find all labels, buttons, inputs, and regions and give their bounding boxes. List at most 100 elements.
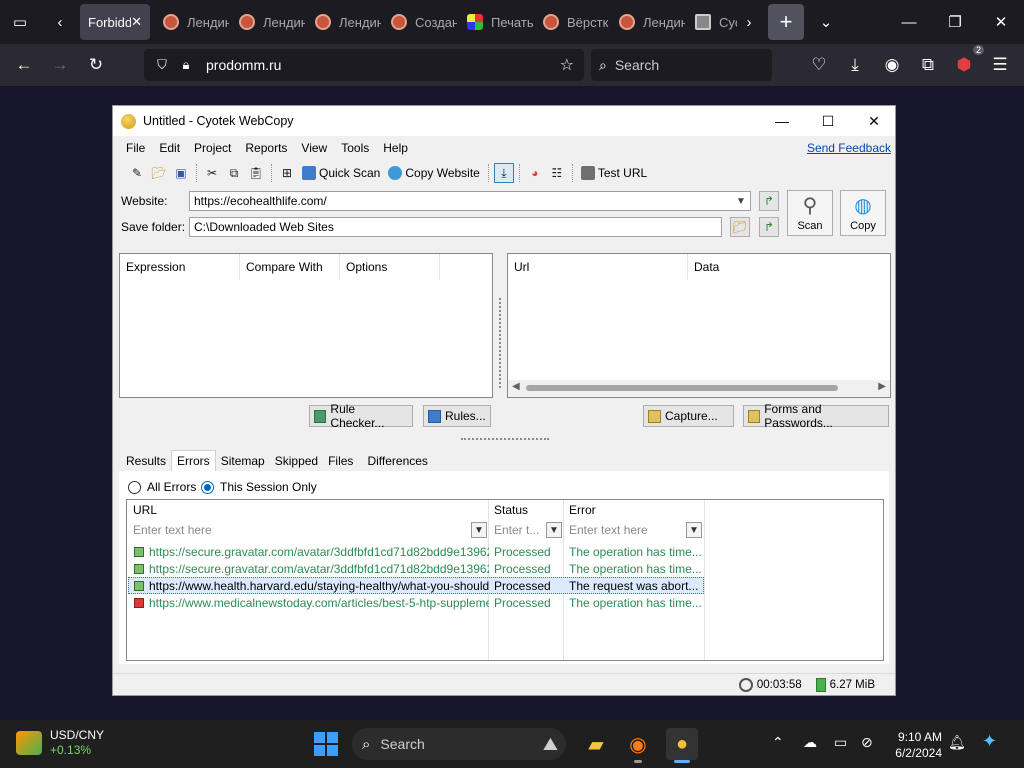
widgets-button[interactable]: USD/CNY +0.13% [16,728,104,758]
new-project-icon[interactable]: ✎ [127,163,147,183]
tabs-scroll-left-icon[interactable]: ‹ [44,6,76,38]
copilot-icon[interactable]: ✦ [982,731,997,752]
show-hidden-icons-icon[interactable]: ⌃ [772,734,784,751]
copy-icon[interactable]: ⧉ [224,163,244,183]
status-filter-input[interactable]: Enter t... ▼ [488,520,564,540]
tab-overview-icon[interactable]: ▭ [4,6,36,38]
copy-website-button[interactable]: Copy Website [385,162,482,184]
browser-tab[interactable]: Лендинг [155,4,229,40]
table-row[interactable]: https://secure.gravatar.com/avatar/3ddfb… [128,560,704,577]
save-folder-input[interactable]: C:\Downloaded Web Sites [189,217,722,237]
system-clock[interactable]: 9:10 AM 6/2/2024 [892,729,942,761]
quick-scan-button[interactable]: Quick Scan [299,162,383,184]
menu-edit[interactable]: Edit [152,141,187,155]
address-bar[interactable]: ⛉ 🔒︎ prodomm.ru ☆ [144,49,584,81]
tab-errors[interactable]: Errors [171,450,216,472]
extensions-icon[interactable]: ⧉ [912,49,944,81]
tabs-scroll-right-icon[interactable]: › [733,6,765,38]
webcopy-titlebar[interactable]: Untitled - Cyotek WebCopy — ☐ ✕ [113,106,895,136]
account-icon[interactable]: ◉ [876,49,908,81]
tab-differences[interactable]: Differences [362,454,432,472]
search-bar[interactable]: ⌕ Search [591,49,772,81]
rules-panel[interactable]: Expression Compare With Options [119,253,493,398]
column-header-status[interactable]: Status [488,500,528,520]
column-header-expression[interactable]: Expression [120,254,240,280]
minimize-window-icon[interactable]: — [886,0,932,44]
browser-tab[interactable]: Создание [383,4,457,40]
filter-icon[interactable]: ▼ [686,522,702,538]
tab-results[interactable]: Results [121,454,171,472]
rule-checker-button[interactable]: Rule Checker... [309,402,413,430]
send-feedback-link[interactable]: Send Feedback [807,141,891,155]
cut-icon[interactable]: ✂ [202,163,222,183]
copy-button[interactable]: ◍ Copy [840,190,886,236]
pie-chart-icon[interactable]: ◕ [525,163,545,183]
column-header-data[interactable]: Data [688,254,888,280]
webcopy-maximize-icon[interactable]: ☐ [805,106,851,136]
close-window-icon[interactable]: ✕ [978,0,1024,44]
column-header-options[interactable]: Options [340,254,440,280]
rules-button[interactable]: Rules... [423,405,491,427]
download-view-icon[interactable]: ⤓ [493,163,514,183]
capture-button[interactable]: Capture... [643,405,734,427]
filter-icon[interactable]: ▼ [471,522,487,538]
open-folder-icon[interactable]: 📂︎ [149,163,169,183]
data-panel[interactable]: Url Data ◀ ▶ [507,253,891,398]
browser-tab[interactable]: Вёрстка [535,4,609,40]
network-icon[interactable]: ⊘ [861,734,873,751]
table-row-selected[interactable]: https://www.health.harvard.edu/staying-h… [128,577,704,594]
forms-passwords-button[interactable]: Forms and Passwords... [743,402,889,430]
tab-skipped[interactable]: Skipped [270,454,323,472]
reload-icon[interactable]: ↻ [80,49,112,81]
back-icon[interactable]: ← [8,49,40,81]
bookmark-star-icon[interactable]: ☆ [560,55,574,75]
new-tab-button[interactable]: + [768,4,804,40]
column-header-url[interactable]: Url [508,254,688,280]
taskbar-search[interactable]: ⌕ Search ⛰ [352,728,566,760]
paste-icon[interactable]: 📋︎ [246,163,266,183]
this-session-radio[interactable]: This Session Only [201,480,317,494]
all-errors-radio[interactable]: All Errors [128,480,196,494]
notifications-bell-icon[interactable]: 🔔︎ [948,734,966,751]
error-filter-input[interactable]: Enter text here ▼ [563,520,704,540]
downloads-icon[interactable]: ⤓ [839,49,871,81]
scroll-left-icon[interactable]: ◀ [512,381,520,392]
browser-tab[interactable]: Лендинг [307,4,381,40]
firefox-icon[interactable]: ◉ [622,728,654,763]
menu-view[interactable]: View [294,141,334,155]
webcopy-taskbar-icon[interactable]: ● [666,728,698,763]
list-icon[interactable]: ☷ [547,163,567,183]
column-header-url[interactable]: URL [127,500,157,520]
column-header-error[interactable]: Error [563,500,596,520]
restore-window-icon[interactable]: ❐ [932,0,978,44]
pocket-icon[interactable]: ♡ [803,49,835,81]
menu-help[interactable]: Help [376,141,415,155]
test-url-button[interactable]: Test URL [578,162,650,184]
webcopy-minimize-icon[interactable]: — [759,106,805,136]
panel-splitter-vertical[interactable] [499,298,501,388]
column-header-compare-with[interactable]: Compare With [240,254,340,280]
file-explorer-icon[interactable]: ▰ [580,728,612,760]
scrollbar-thumb[interactable] [526,385,838,391]
menu-icon[interactable]: ☰ [984,49,1016,81]
horizontal-scrollbar[interactable]: ◀ ▶ [508,380,890,397]
properties-icon[interactable]: ⊞ [277,163,297,183]
shield-icon[interactable]: ⛉ [150,57,174,73]
browser-tab-forbidden[interactable]: Forbidden ✕ [80,4,150,40]
menu-file[interactable]: File [113,141,152,155]
browser-tab[interactable]: Лендинг [231,4,305,40]
url-filter-input[interactable]: Enter text here ▼ [127,520,489,540]
website-input[interactable]: https://ecohealthlife.com/ ▼ [189,191,751,211]
browser-tab[interactable]: Печать [459,4,533,40]
webcopy-close-icon[interactable]: ✕ [851,106,897,136]
save-icon[interactable]: ▣ [171,163,191,183]
table-row[interactable]: https://secure.gravatar.com/avatar/3ddfb… [128,543,704,560]
go-arrow-button[interactable]: ↱ [759,191,779,211]
table-row[interactable]: https://www.medicalnewstoday.com/article… [128,594,704,611]
list-all-tabs-icon[interactable]: ⌄ [810,6,842,38]
forward-icon[interactable]: → [44,49,76,81]
tab-close-icon[interactable]: ✕ [131,14,142,30]
browser-tab[interactable]: Лендинг [611,4,685,40]
filter-icon[interactable]: ▼ [546,522,562,538]
onedrive-icon[interactable]: ☁ [803,734,817,751]
